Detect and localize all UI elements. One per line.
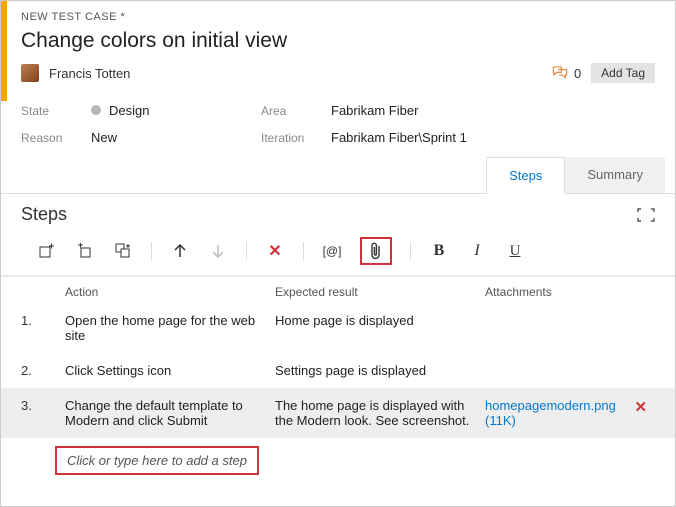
reason-label: Reason: [21, 131, 91, 145]
tab-summary[interactable]: Summary: [565, 157, 665, 193]
insert-parameter-button[interactable]: [@]: [322, 241, 342, 261]
area-label: Area: [261, 104, 331, 118]
add-step-input[interactable]: Click or type here to add a step: [55, 446, 259, 475]
steps-heading: Steps: [21, 204, 67, 225]
insert-step-button[interactable]: [37, 241, 57, 261]
discussion-count: 0: [574, 66, 581, 81]
attachment-link[interactable]: homepagemodern.png (11K): [485, 398, 616, 428]
step-expected[interactable]: The home page is displayed with the Mode…: [275, 398, 475, 428]
state-value[interactable]: Design: [91, 103, 261, 118]
italic-button[interactable]: I: [467, 241, 487, 261]
insert-step-before-button[interactable]: [75, 241, 95, 261]
table-row[interactable]: 1. Open the home page for the web site H…: [1, 303, 675, 353]
state-label: State: [21, 104, 91, 118]
expand-icon[interactable]: [637, 208, 655, 222]
table-row[interactable]: 3. Change the default template to Modern…: [1, 388, 675, 438]
bold-button[interactable]: B: [429, 241, 449, 261]
column-action: Action: [65, 285, 265, 299]
delete-step-button[interactable]: ✕: [265, 241, 285, 261]
assignee-name[interactable]: Francis Totten: [49, 66, 130, 81]
column-attachments: Attachments: [485, 285, 615, 299]
move-down-button[interactable]: [208, 241, 228, 261]
step-expected[interactable]: Settings page is displayed: [275, 363, 475, 378]
work-item-type-label: NEW TEST CASE *: [21, 11, 655, 23]
step-expected[interactable]: Home page is displayed: [275, 313, 475, 328]
reason-value[interactable]: New: [91, 130, 261, 145]
iteration-label: Iteration: [261, 131, 331, 145]
step-number: 2.: [21, 363, 55, 378]
iteration-value[interactable]: Fabrikam Fiber\Sprint 1: [331, 130, 655, 145]
step-action[interactable]: Open the home page for the web site: [65, 313, 265, 343]
state-dot-icon: [91, 105, 101, 115]
attach-file-highlight: [360, 237, 392, 265]
step-action[interactable]: Click Settings icon: [65, 363, 265, 378]
add-tag-button[interactable]: Add Tag: [591, 63, 655, 83]
area-value[interactable]: Fabrikam Fiber: [331, 103, 655, 118]
tab-steps[interactable]: Steps: [486, 157, 565, 194]
remove-attachment-button[interactable]: ✕: [626, 398, 656, 416]
attach-file-button[interactable]: [366, 241, 386, 261]
insert-shared-step-button[interactable]: [113, 241, 133, 261]
discussion-button[interactable]: 0: [552, 66, 581, 81]
move-up-button[interactable]: [170, 241, 190, 261]
step-number: 3.: [21, 398, 55, 413]
step-number: 1.: [21, 313, 55, 328]
work-item-title[interactable]: Change colors on initial view: [21, 29, 655, 53]
column-expected: Expected result: [275, 285, 475, 299]
discussion-icon: [552, 66, 568, 80]
table-row[interactable]: 2. Click Settings icon Settings page is …: [1, 353, 675, 388]
avatar: [21, 64, 39, 82]
step-action[interactable]: Change the default template to Modern an…: [65, 398, 265, 428]
underline-button[interactable]: U: [505, 241, 525, 261]
